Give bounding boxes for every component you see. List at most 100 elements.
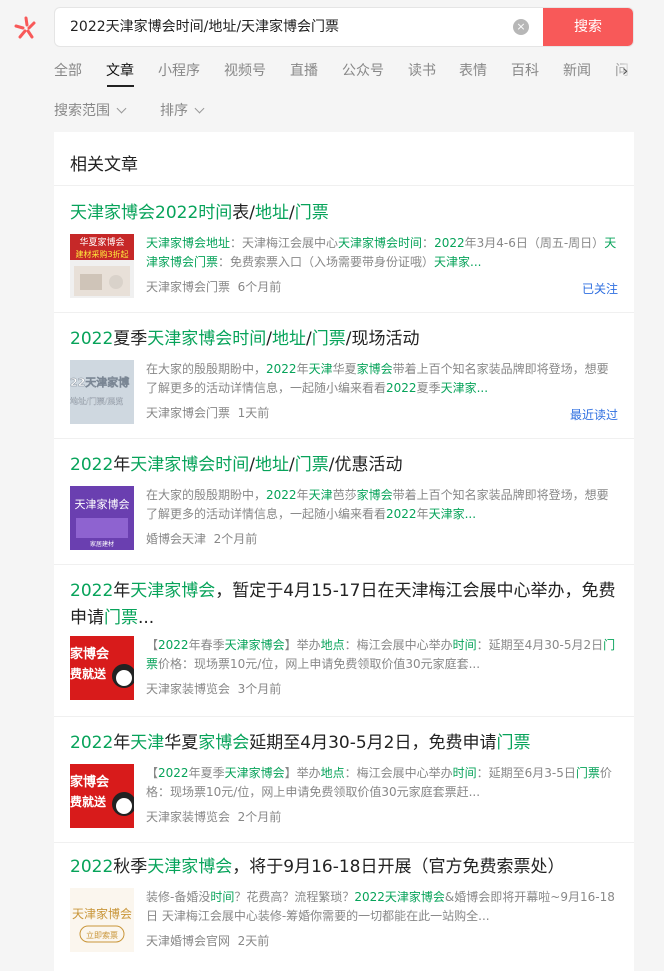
highlight-text: 天津家博会 bbox=[147, 329, 233, 349]
result-thumbnail[interactable]: 天津家博会 家居建材 bbox=[70, 486, 134, 550]
highlight-text: 时间 bbox=[215, 455, 250, 475]
text-segment: 年3月4-6日（周五-周日） bbox=[464, 236, 605, 250]
tab-live[interactable]: 直播 bbox=[290, 60, 318, 80]
highlight-text: 2022 bbox=[434, 236, 465, 250]
result-thumbnail[interactable]: 22天津家博 地址/门票/展览 bbox=[70, 360, 134, 424]
tab-articles[interactable]: 文章 bbox=[106, 60, 134, 80]
highlight-text: 天津家博会 bbox=[130, 581, 216, 601]
tab-official-accounts[interactable]: 公众号 bbox=[342, 60, 384, 80]
filter-scope-label: 搜索范围 bbox=[54, 103, 110, 119]
divider bbox=[54, 438, 634, 439]
highlight-text: 2022 bbox=[70, 581, 114, 601]
text-segment: ：免费索票入口（入场需要带身份证哦） bbox=[218, 255, 435, 269]
result-meta: 天津婚博会官网 2天前 bbox=[146, 932, 269, 949]
text-segment: 年 bbox=[113, 733, 131, 753]
result-meta: 天津家博会门票 6个月前 bbox=[146, 278, 281, 295]
result-thumbnail[interactable]: 家博会 费就送 bbox=[70, 764, 134, 828]
search-box[interactable]: 2022天津家博会时间/地址/天津家博会门票 × 搜索 bbox=[54, 7, 634, 47]
thumbnail-image: 天津家博会 立即索票 bbox=[70, 888, 134, 952]
highlight-text: 2022天津家博会 bbox=[354, 890, 445, 904]
result-meta: 天津家装博览会 3个月前 bbox=[146, 680, 281, 697]
result-time: 1天前 bbox=[237, 406, 270, 420]
highlight-text: 门票 bbox=[575, 766, 600, 780]
result-title[interactable]: 2022秋季天津家博会，将于9月16-18日开展（官方免费索票处） bbox=[70, 854, 620, 881]
highlight-text: 地址 bbox=[272, 329, 306, 349]
highlight-text: 家博会 bbox=[356, 488, 393, 502]
thumbnail-image: 22天津家博 地址/门票/展览 bbox=[70, 360, 134, 424]
thumb-text: 22天津家博 bbox=[70, 375, 129, 389]
tab-all[interactable]: 全部 bbox=[54, 60, 82, 80]
highlight-text: 2022 bbox=[266, 362, 297, 376]
tab-books[interactable]: 读书 bbox=[408, 60, 436, 80]
result-time: 3个月前 bbox=[237, 682, 282, 696]
result-source[interactable]: 天津家博会门票 bbox=[146, 406, 230, 420]
highlight-text: 地址 bbox=[255, 203, 289, 223]
text-segment: ： bbox=[422, 236, 435, 250]
status-badge: 已关注 bbox=[581, 282, 618, 296]
highlight-text: 天津家博会时间 bbox=[338, 236, 423, 250]
result-title[interactable]: 天津家博会2022时间表/地址/门票 bbox=[70, 200, 620, 227]
active-tab-indicator bbox=[107, 85, 134, 87]
highlight-text: 门票 bbox=[294, 203, 329, 223]
highlight-text: 2022 bbox=[70, 857, 114, 877]
highlight-text: 2022 bbox=[386, 507, 417, 521]
tab-news[interactable]: 新闻 bbox=[563, 60, 591, 80]
filter-sort-label: 排序 bbox=[160, 103, 188, 119]
highlight-text: 天津家博会 bbox=[147, 857, 233, 877]
result-thumbnail[interactable]: 华夏家博会 建材采购3折起 bbox=[70, 234, 134, 298]
chevron-right-icon[interactable]: › bbox=[622, 61, 628, 80]
text-segment: 】举办 bbox=[284, 638, 321, 652]
text-segment: 年 bbox=[296, 362, 309, 376]
results-panel: 相关文章 天津家博会2022时间表/地址/门票 华夏家博会 建材采购3折起 天津… bbox=[54, 132, 634, 971]
result-source[interactable]: 婚博会天津 bbox=[146, 532, 206, 546]
section-title: 相关文章 bbox=[70, 155, 138, 175]
result-title[interactable]: 2022夏季天津家博会时间/地址/门票/现场活动 bbox=[70, 326, 620, 353]
result-source[interactable]: 天津家装博览会 bbox=[146, 682, 230, 696]
result-source[interactable]: 天津家博会门票 bbox=[146, 280, 230, 294]
thumbnail-image: 华夏家博会 建材采购3折起 bbox=[70, 234, 134, 296]
text-segment: 华夏 bbox=[164, 733, 199, 753]
thumb-text: 家博会 bbox=[70, 774, 110, 790]
thumb-text: 费就送 bbox=[70, 794, 107, 809]
filter-sort[interactable]: 排序 bbox=[160, 100, 205, 120]
thumb-text: 天津家博会 bbox=[75, 497, 130, 511]
result-source[interactable]: 天津婚博会官网 bbox=[146, 934, 230, 948]
result-thumbnail[interactable]: 天津家博会 立即索票 bbox=[70, 888, 134, 952]
tab-stickers[interactable]: 表情 bbox=[459, 60, 487, 80]
result-source[interactable]: 天津家装博览会 bbox=[146, 810, 230, 824]
text-segment: 年夏季 bbox=[188, 766, 225, 780]
highlight-text: 天津 bbox=[130, 733, 165, 753]
text-segment: ：梅江会展中心举办 bbox=[344, 766, 453, 780]
divider bbox=[54, 564, 634, 565]
clear-icon[interactable]: × bbox=[513, 19, 529, 35]
thumb-text: 天津家博会 bbox=[72, 906, 132, 921]
tab-mini-programs[interactable]: 小程序 bbox=[158, 60, 200, 80]
result-title[interactable]: 2022年天津华夏家博会延期至4月30-5月2日，免费申请门票 bbox=[70, 730, 620, 757]
app-logo-icon bbox=[14, 16, 36, 39]
highlight-text: 天津家博会地址 bbox=[146, 236, 231, 250]
tab-encyclopedia[interactable]: 百科 bbox=[511, 60, 539, 80]
thumb-text: 地址/门票/展览 bbox=[70, 396, 123, 406]
filter-scope[interactable]: 搜索范围 bbox=[54, 100, 127, 120]
text-segment: 芭莎 bbox=[332, 488, 357, 502]
highlight-text: 2022 bbox=[155, 203, 199, 223]
search-input[interactable]: 2022天津家博会时间/地址/天津家博会门票 bbox=[70, 8, 339, 46]
result-thumbnail[interactable]: 家博会 费就送 bbox=[70, 636, 134, 700]
highlight-text: 2022 bbox=[266, 488, 297, 502]
result-title[interactable]: 2022年天津家博会时间/地址/门票/优惠活动 bbox=[70, 452, 620, 479]
highlight-text: 家博会 bbox=[356, 362, 393, 376]
text-segment: 【 bbox=[146, 766, 159, 780]
text-segment: 装修-备婚没 bbox=[146, 890, 211, 904]
highlight-text: 门票 bbox=[311, 329, 346, 349]
highlight-text: 2022 bbox=[386, 381, 417, 395]
top-bar: 2022天津家博会时间/地址/天津家博会门票 × 搜索 bbox=[0, 0, 664, 56]
text-segment: ：天津梅江会展中心 bbox=[230, 236, 339, 250]
result-title[interactable]: 2022年天津家博会，暂定于4月15-17日在天津梅江会展中心举办，免费申请门票… bbox=[70, 578, 620, 632]
highlight-text: 天津 bbox=[308, 488, 333, 502]
highlight-text: 天津家... bbox=[428, 507, 477, 521]
tab-channels[interactable]: 视频号 bbox=[224, 60, 266, 80]
search-button[interactable]: 搜索 bbox=[543, 8, 633, 46]
highlight-text: 地址 bbox=[255, 455, 289, 475]
highlight-text: 地点 bbox=[320, 638, 345, 652]
text-segment: /现场活动 bbox=[345, 329, 420, 349]
